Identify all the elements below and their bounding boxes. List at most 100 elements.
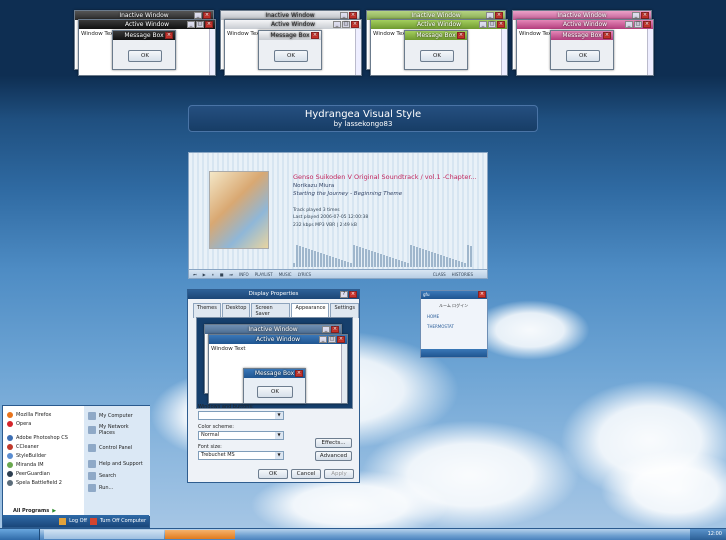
close-icon: × <box>351 21 359 28</box>
start-menu-item[interactable]: CCleaner <box>3 442 83 451</box>
program-icon <box>7 479 13 486</box>
power-icon[interactable] <box>89 517 97 525</box>
place-icon <box>88 472 96 480</box>
apply-button[interactable]: Apply <box>324 469 354 479</box>
player-menu-histories[interactable]: HISTORIES <box>452 272 473 277</box>
spectrum-bar <box>314 251 316 267</box>
play-icon[interactable]: ▶ <box>203 272 206 277</box>
place-icon <box>88 460 96 468</box>
spectrum-bar <box>413 246 415 267</box>
tab-themes[interactable]: Themes <box>193 303 221 318</box>
spectrum-bar <box>359 247 361 267</box>
preview-message-box: Message Box × OK <box>258 30 322 70</box>
gadget-item-thermostat[interactable]: THERMOSTAT <box>427 324 454 329</box>
spectrum-bar <box>308 249 310 267</box>
start-button[interactable] <box>0 529 40 540</box>
minimize-icon: _ <box>333 21 341 28</box>
spectrum-bar <box>425 250 427 267</box>
previous-icon[interactable]: ⏮ <box>193 272 197 277</box>
start-menu-item[interactable]: Miranda IM <box>3 460 83 469</box>
color-scheme-select[interactable]: Normal ▼ <box>198 431 284 440</box>
tab-settings[interactable]: Settings <box>330 303 359 318</box>
program-icon <box>7 420 13 427</box>
start-menu-place-label: My Computer <box>99 413 133 419</box>
spectrum-bar <box>332 257 334 267</box>
spectrum-bar <box>305 248 307 267</box>
effects-button[interactable]: Effects... <box>315 438 352 448</box>
minimize-icon: _ <box>486 12 494 19</box>
spectrum-bar <box>368 250 370 267</box>
start-menu-place[interactable]: Help and Support <box>84 458 150 470</box>
spectrum-bar <box>392 258 394 267</box>
start-menu-item[interactable]: StyleBuilder <box>3 451 83 460</box>
close-button[interactable]: × <box>478 291 486 298</box>
ok-button[interactable]: OK <box>258 469 288 479</box>
player-menu-music[interactable]: MUSIC <box>279 272 292 277</box>
gadget-item-home[interactable]: HOME <box>427 314 439 319</box>
close-icon: × <box>641 12 649 19</box>
player-menu-lyrics[interactable]: LYRICS <box>298 272 311 277</box>
preview-ok-button: OK <box>566 50 600 62</box>
gadget-footer <box>421 349 487 357</box>
start-menu-item[interactable]: Spela Battlefield 2 <box>3 478 83 487</box>
start-menu-place[interactable]: Control Panel <box>84 442 150 454</box>
close-button[interactable]: × <box>349 291 357 298</box>
advanced-button[interactable]: Advanced <box>315 451 352 461</box>
start-menu-item-label: Adobe Photoshop CS <box>16 434 68 441</box>
start-menu-place[interactable]: My Computer <box>84 410 150 422</box>
pause-icon[interactable]: ⏸ <box>212 272 214 277</box>
close-icon: × <box>495 12 503 19</box>
windows-buttons-select[interactable]: ▼ <box>198 411 284 420</box>
help-button[interactable]: ? <box>340 291 348 298</box>
taskbar-active-button[interactable] <box>165 530 235 539</box>
preview-scrollbar <box>647 29 653 75</box>
start-menu-item-label: Spela Battlefield 2 <box>16 479 62 486</box>
next-icon[interactable]: ⏭ <box>229 272 233 277</box>
start-menu-place[interactable]: Search <box>84 470 150 482</box>
turnoff-button[interactable]: Turn Off Computer <box>100 518 146 524</box>
start-menu-item[interactable]: PeerGuardian <box>3 469 83 478</box>
track-artist: Norikazu Miura <box>293 183 335 189</box>
logoff-button[interactable]: Log Off <box>69 518 87 524</box>
start-menu-item[interactable]: Mozilla Firefox <box>3 410 83 419</box>
start-menu-place[interactable]: Run... <box>84 482 150 494</box>
spectrum-bar <box>374 252 376 267</box>
close-icon: × <box>311 32 319 39</box>
player-menu-class[interactable]: CLASS <box>433 272 446 277</box>
all-programs-button[interactable]: All Programs ▶ <box>13 508 56 514</box>
spectrum-bar <box>362 248 364 267</box>
theme-preview: Inactive Window _ × Active Window _ □ × Windo… <box>220 10 362 76</box>
spectrum-bar <box>293 263 295 267</box>
appearance-preview: Inactive Window _ × Active Window _ □ × Windo… <box>196 317 353 409</box>
tab-desktop[interactable]: Desktop <box>221 303 251 318</box>
place-icon <box>88 484 96 492</box>
player-menu-info[interactable]: INFO <box>239 272 249 277</box>
font-size-value: Trebuchet MS <box>201 452 235 458</box>
spectrum-bar <box>410 245 412 267</box>
start-menu-item-label: StyleBuilder <box>16 452 47 459</box>
start-menu-item[interactable]: Adobe Photoshop CS <box>3 433 83 442</box>
place-icon <box>88 412 96 420</box>
spectrum-bar <box>398 260 400 267</box>
spectrum-bar <box>434 253 436 267</box>
minimize-icon: _ <box>322 326 330 333</box>
start-menu-item-label: PeerGuardian <box>16 470 50 477</box>
cloud <box>470 300 590 360</box>
gadget-header: ルーム ログイン <box>439 303 469 308</box>
preview-msg-title: Message Box <box>124 32 164 39</box>
minimize-icon: _ <box>625 21 633 28</box>
logoff-icon[interactable] <box>59 517 67 525</box>
spectrum-bar <box>437 254 439 267</box>
close-icon: × <box>295 370 303 377</box>
stop-icon[interactable]: ■ <box>220 272 224 277</box>
preview-active-title: Active Window <box>562 21 608 28</box>
cancel-button[interactable]: Cancel <box>291 469 321 479</box>
tab-screen-saver[interactable]: Screen Saver <box>251 303 291 318</box>
tab-appearance[interactable]: Appearance <box>291 303 330 318</box>
start-menu-place[interactable]: My Network Places <box>84 422 150 438</box>
font-size-select[interactable]: Trebuchet MS ▼ <box>198 451 284 460</box>
spectrum-bar <box>365 249 367 267</box>
spectrum-bar <box>329 256 331 267</box>
player-menu-playlist[interactable]: PLAYLIST <box>255 272 273 277</box>
start-menu-item[interactable]: Opera <box>3 419 83 428</box>
